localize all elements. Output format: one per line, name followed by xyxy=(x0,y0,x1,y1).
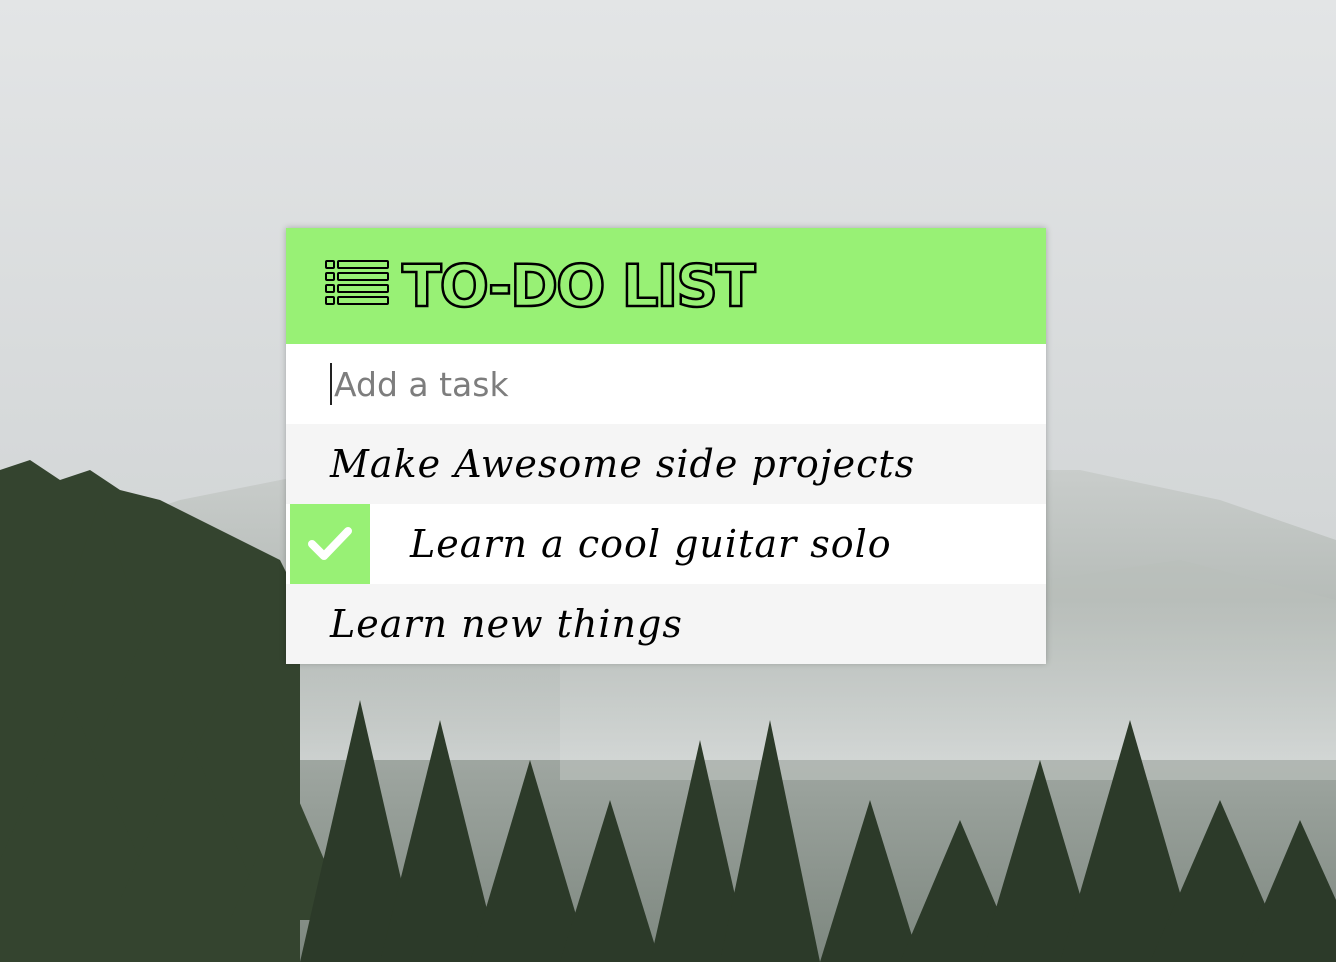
todo-card: TO-DO LIST Make Awesome side projects Le… xyxy=(286,228,1046,664)
page-title: TO-DO LIST xyxy=(401,252,757,320)
check-icon xyxy=(308,527,352,560)
task-label: Learn a cool guitar solo xyxy=(410,522,892,566)
task-label: Make Awesome side projects xyxy=(330,442,916,486)
task-label: Learn new things xyxy=(330,602,683,646)
todo-header: TO-DO LIST xyxy=(286,228,1046,344)
task-item[interactable]: Make Awesome side projects xyxy=(286,424,1046,504)
add-task-row xyxy=(286,344,1046,424)
task-item-completed[interactable]: Learn a cool guitar solo xyxy=(286,504,1046,584)
complete-toggle[interactable] xyxy=(290,504,370,584)
list-icon xyxy=(325,260,389,305)
add-task-input[interactable] xyxy=(330,363,974,405)
task-item[interactable]: Learn new things xyxy=(286,584,1046,664)
